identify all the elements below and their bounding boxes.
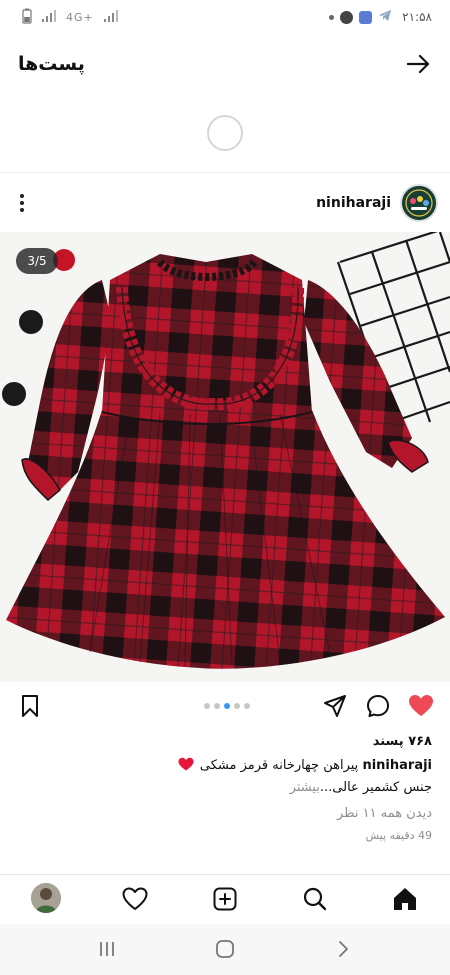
more-vertical-icon[interactable] bbox=[18, 193, 26, 213]
bookmark-icon[interactable] bbox=[16, 692, 44, 720]
profile-avatar[interactable] bbox=[31, 883, 61, 913]
view-all-comments-link[interactable]: دیدن همه ۱۱ نظر bbox=[12, 806, 432, 821]
carousel-dots bbox=[204, 703, 250, 709]
brand-logo bbox=[402, 186, 436, 220]
status-left: 4G+ bbox=[22, 8, 118, 27]
signal-icon-2 bbox=[103, 9, 118, 25]
black-ball bbox=[19, 310, 43, 334]
post-avatar[interactable] bbox=[400, 184, 438, 222]
caption-text: پیراهن چهارخانه قرمز مشکی bbox=[199, 758, 359, 773]
page-title: پست‌ها bbox=[18, 53, 85, 75]
network-type: 4G+ bbox=[66, 10, 94, 24]
caption-more-link[interactable]: بیشتر bbox=[290, 780, 320, 795]
likes-count[interactable]: ۷۶۸ پسند bbox=[12, 734, 432, 749]
post-timestamp: 49 دقیقه پیش bbox=[365, 829, 432, 842]
post-actions bbox=[0, 690, 450, 722]
post-image[interactable]: 3/5 bbox=[0, 232, 450, 682]
back-chevron-icon[interactable] bbox=[332, 938, 354, 960]
carousel-dot bbox=[234, 703, 240, 709]
home-icon[interactable] bbox=[391, 885, 419, 913]
carousel-dot bbox=[204, 703, 210, 709]
status-right: ۲۱:۵۸ bbox=[329, 9, 432, 25]
android-nav-bar bbox=[0, 924, 450, 975]
status-bar: 4G+ ۲۱:۵۸ bbox=[0, 0, 450, 34]
carousel-dot bbox=[214, 703, 220, 709]
loading-spinner bbox=[207, 115, 243, 151]
recent-apps-icon[interactable] bbox=[96, 938, 118, 960]
profile-photo bbox=[31, 883, 61, 913]
carousel-counter: 3/5 bbox=[16, 248, 58, 274]
battery-icon bbox=[22, 8, 32, 27]
top-nav: پست‌ها bbox=[0, 40, 450, 88]
activity-heart-icon[interactable] bbox=[121, 885, 149, 913]
heart-filled-icon[interactable] bbox=[407, 692, 435, 720]
red-heart-emoji-icon bbox=[178, 757, 194, 771]
app-notification-icon-2 bbox=[359, 10, 373, 24]
caption-username[interactable]: niniharaji bbox=[362, 758, 432, 773]
home-button-icon[interactable] bbox=[214, 938, 236, 960]
clock-time: ۲۱:۵۸ bbox=[402, 10, 432, 24]
caption-line-2: جنس کشمیر عالی...بیشتر bbox=[12, 780, 432, 795]
arrow-right-icon[interactable] bbox=[404, 50, 432, 78]
caption-text-2: جنس کشمیر عالی... bbox=[319, 780, 432, 795]
black-ball-2 bbox=[2, 382, 26, 406]
notification-dot-icon bbox=[329, 14, 335, 20]
send-icon[interactable] bbox=[321, 692, 349, 720]
carousel-dot-active bbox=[224, 703, 230, 709]
telegram-icon bbox=[378, 9, 392, 25]
post-username[interactable]: niniharaji bbox=[316, 195, 391, 211]
signal-icon bbox=[42, 9, 56, 25]
carousel-dot bbox=[244, 703, 250, 709]
post-header: niniharaji bbox=[0, 180, 450, 226]
caption-line-1: niniharaji پیراهن چهارخانه قرمز مشکی bbox=[12, 757, 432, 773]
bottom-nav bbox=[0, 874, 450, 922]
comment-icon[interactable] bbox=[364, 692, 392, 720]
add-post-icon[interactable] bbox=[211, 885, 239, 913]
search-icon[interactable] bbox=[301, 885, 329, 913]
divider bbox=[0, 172, 450, 173]
dress-photo bbox=[0, 232, 450, 682]
app-notification-icon bbox=[340, 10, 354, 24]
post-author[interactable]: niniharaji bbox=[316, 184, 438, 222]
